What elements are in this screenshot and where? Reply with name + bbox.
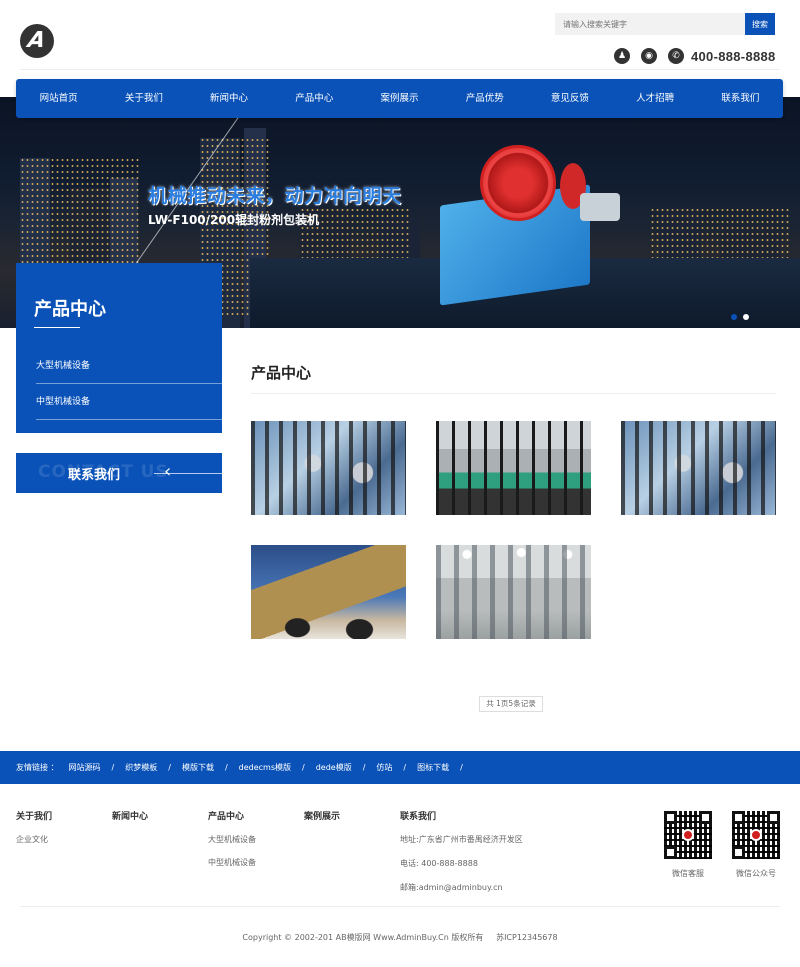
link-separator: /	[168, 763, 171, 772]
banner-title: 机械推动未来，动力冲向明天	[148, 181, 402, 208]
product-thumb[interactable]	[436, 545, 591, 639]
machine-flywheel	[480, 145, 556, 221]
sidebar-contact-button[interactable]: CONTACT US 联系我们 ‹	[16, 453, 222, 493]
footer-link[interactable]: 企业文化	[16, 834, 52, 845]
footer-col-title[interactable]: 案例展示	[304, 809, 340, 822]
qr-corner	[767, 811, 780, 824]
footer-col-products: 产品中心 大型机械设备 中型机械设备	[208, 809, 256, 880]
qr-corner	[664, 811, 677, 824]
search-input[interactable]	[555, 13, 745, 35]
friend-link[interactable]: 仿站	[376, 762, 392, 773]
qr-logo	[682, 829, 694, 841]
title-divider	[251, 393, 776, 394]
machine-motor	[580, 193, 620, 221]
sidebar-contact-label: 联系我们	[68, 464, 120, 483]
product-thumb[interactable]	[436, 421, 591, 515]
product-thumb[interactable]	[251, 545, 406, 639]
header: A 搜索 ♟ ◉ ✆ 400-888-8888	[0, 0, 800, 78]
page-title: 产品中心	[251, 362, 311, 383]
phone-number: 400-888-8888	[691, 49, 776, 64]
main-nav: 网站首页 关于我们 新闻中心 产品中心 案例展示 产品优势 意见反馈 人才招聘 …	[16, 79, 783, 118]
qr-code-wechat-official	[732, 811, 780, 859]
nav-item-about[interactable]: 关于我们	[101, 79, 186, 118]
search-button[interactable]: 搜索	[745, 13, 775, 35]
friend-link[interactable]: 图标下载	[417, 762, 449, 773]
product-thumb[interactable]	[621, 421, 776, 515]
footer-address: 地址:广东省广州市番禺经济开发区	[400, 834, 523, 845]
contact-icons: ♟ ◉ ✆ 400-888-8888	[614, 47, 776, 65]
phone-icon: ✆	[668, 48, 684, 64]
sidebar-products: 产品中心 大型机械设备 中型机械设备	[16, 263, 222, 433]
nav-item-cases[interactable]: 案例展示	[357, 79, 442, 118]
sidebar-title: 产品中心	[34, 295, 106, 321]
slider-dot[interactable]	[731, 314, 737, 320]
footer-col-about: 关于我们 企业文化	[16, 809, 52, 857]
footer-col-news: 新闻中心	[112, 809, 148, 834]
product-thumb[interactable]	[251, 421, 406, 515]
nav-item-news[interactable]: 新闻中心	[186, 79, 271, 118]
footer-link[interactable]: 大型机械设备	[208, 834, 256, 845]
chevron-left-icon: ‹	[164, 461, 171, 483]
friend-link[interactable]: dedecms模版	[239, 762, 291, 773]
pagination-info: 共 1页5条记录	[479, 696, 543, 712]
footer-divider	[20, 906, 780, 907]
link-separator: /	[403, 763, 406, 772]
friend-link[interactable]: dede模版	[316, 762, 352, 773]
slider-dots	[731, 314, 755, 320]
copyright: Copyright © 2002-201 AB模版网 Www.AdminBuy.…	[0, 932, 800, 943]
footer-email: 邮箱:admin@adminbuy.cn	[400, 882, 523, 893]
friend-link[interactable]: 织梦模板	[125, 762, 157, 773]
footer-link[interactable]: 中型机械设备	[208, 857, 256, 868]
footer-col-cases: 案例展示	[304, 809, 340, 834]
qr-code-wechat-service	[664, 811, 712, 859]
friend-link[interactable]: 网站源码	[69, 762, 101, 773]
link-separator: /	[225, 763, 228, 772]
qr-corner	[732, 846, 745, 859]
qr-logo	[750, 829, 762, 841]
search-bar: 搜索	[555, 13, 775, 35]
qr-corner	[699, 811, 712, 824]
nav-item-products[interactable]: 产品中心	[272, 79, 357, 118]
link-separator: /	[112, 763, 115, 772]
sidebar-title-underline	[34, 327, 80, 328]
friend-links-label: 友情链接 ：	[16, 762, 59, 773]
nav-item-contact[interactable]: 联系我们	[698, 79, 783, 118]
nav-item-advantages[interactable]: 产品优势	[442, 79, 527, 118]
sidebar-item-medium-machinery[interactable]: 中型机械设备	[36, 384, 222, 420]
qr-caption: 微信客服	[658, 868, 718, 879]
crusher-machine-image	[440, 145, 630, 305]
qr-corner	[732, 811, 745, 824]
footer-col-title[interactable]: 联系我们	[400, 809, 523, 822]
footer-phone: 电话: 400-888-8888	[400, 858, 523, 869]
link-separator: /	[302, 763, 305, 772]
footer-col-title[interactable]: 关于我们	[16, 809, 52, 822]
qr-caption: 微信公众号	[726, 868, 786, 879]
logo-letter: A	[25, 24, 48, 58]
qr-corner	[664, 846, 677, 859]
nav-item-jobs[interactable]: 人才招聘	[613, 79, 698, 118]
wechat-icon[interactable]: ◉	[641, 48, 657, 64]
friend-link[interactable]: 模版下载	[182, 762, 214, 773]
logo[interactable]: A	[20, 24, 54, 58]
footer-col-contact: 联系我们 地址:广东省广州市番禺经济开发区 电话: 400-888-8888 邮…	[400, 809, 523, 905]
link-separator: /	[460, 763, 463, 772]
banner-subtitle: LW-F100/200辊封粉剂包装机	[148, 211, 319, 228]
footer-col-title[interactable]: 新闻中心	[112, 809, 148, 822]
nav-item-feedback[interactable]: 意见反馈	[527, 79, 612, 118]
friend-links-bar: 友情链接 ： 网站源码 / 织梦模板 / 模版下载 / dedecms模版 / dede…	[0, 751, 800, 784]
qq-icon[interactable]: ♟	[614, 48, 630, 64]
link-separator: /	[363, 763, 366, 772]
sidebar-item-large-machinery[interactable]: 大型机械设备	[36, 348, 222, 384]
nav-item-home[interactable]: 网站首页	[16, 79, 101, 118]
footer-col-title[interactable]: 产品中心	[208, 809, 256, 822]
slider-dot-active[interactable]	[743, 314, 749, 320]
header-divider	[20, 69, 780, 70]
